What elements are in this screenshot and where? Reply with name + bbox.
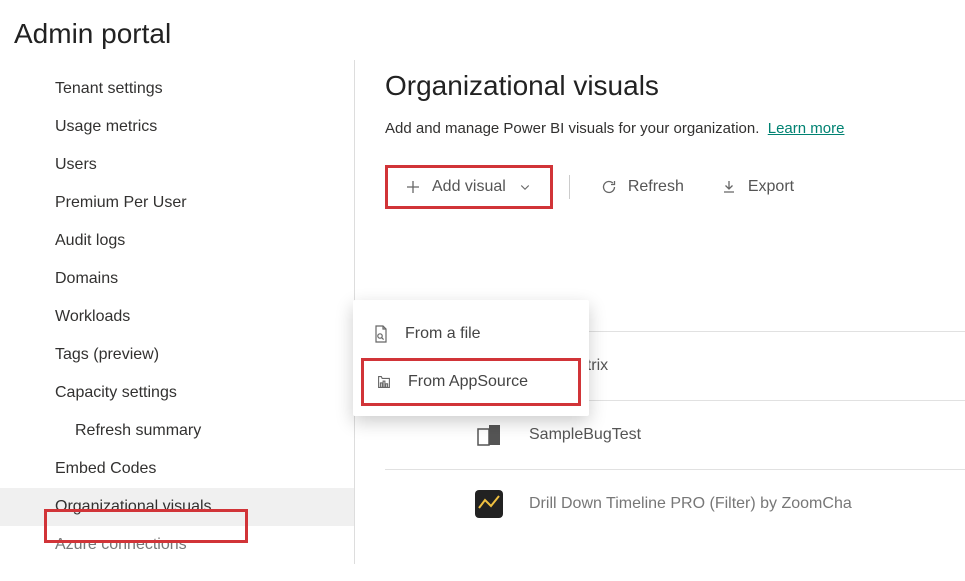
visual-icon [475,490,503,518]
dropdown-from-appsource-label: From AppSource [408,373,528,391]
file-icon [371,324,391,344]
export-label: Export [748,178,794,196]
list-item-label: SampleBugTest [529,426,641,444]
highlight-add-visual: Add visual [385,165,553,209]
add-visual-label: Add visual [432,178,506,196]
list-item[interactable]: Drill Down Timeline PRO (Filter) by Zoom… [385,470,965,538]
toolbar-separator [569,175,570,199]
export-button[interactable]: Export [706,170,808,204]
main: Organizational visuals Add and manage Po… [355,60,965,564]
sidebar-item-premium-per-user[interactable]: Premium Per User [0,184,354,222]
chevron-down-icon [516,178,534,196]
sidebar-item-tenant-settings[interactable]: Tenant settings [0,70,354,108]
main-title: Organizational visuals [385,70,965,102]
sidebar-item-azure-connections[interactable]: Azure connections [0,526,354,564]
visual-icon [475,421,503,449]
sidebar-item-usage-metrics[interactable]: Usage metrics [0,108,354,146]
add-visual-button[interactable]: Add visual [390,170,548,204]
list-item-label: Drill Down Timeline PRO (Filter) by Zoom… [529,495,852,513]
refresh-label: Refresh [628,178,684,196]
page-title: Admin portal [0,0,965,60]
sidebar-item-refresh-summary[interactable]: Refresh summary [0,412,354,450]
main-description-text: Add and manage Power BI visuals for your… [385,120,759,137]
sidebar-item-users[interactable]: Users [0,146,354,184]
export-icon [720,178,738,196]
dropdown-from-file-label: From a file [405,325,481,343]
learn-more-link[interactable]: Learn more [768,120,845,137]
sidebar: Tenant settings Usage metrics Users Prem… [0,60,355,564]
sidebar-item-capacity-settings[interactable]: Capacity settings [0,374,354,412]
sidebar-item-embed-codes[interactable]: Embed Codes [0,450,354,488]
sidebar-item-workloads[interactable]: Workloads [0,298,354,336]
refresh-button[interactable]: Refresh [586,170,698,204]
dropdown-from-file[interactable]: From a file [353,310,589,358]
add-visual-dropdown: From a file From AppSource [353,300,589,416]
main-description: Add and manage Power BI visuals for your… [385,120,965,137]
content: Tenant settings Usage metrics Users Prem… [0,60,965,564]
appsource-icon [374,372,394,392]
toolbar: Add visual Refresh Export [385,165,965,221]
dropdown-from-appsource[interactable]: From AppSource [361,358,581,406]
sidebar-item-organizational-visuals[interactable]: Organizational visuals [0,488,354,526]
sidebar-item-tags[interactable]: Tags (preview) [0,336,354,374]
sidebar-item-audit-logs[interactable]: Audit logs [0,222,354,260]
sidebar-item-domains[interactable]: Domains [0,260,354,298]
plus-icon [404,178,422,196]
refresh-icon [600,178,618,196]
